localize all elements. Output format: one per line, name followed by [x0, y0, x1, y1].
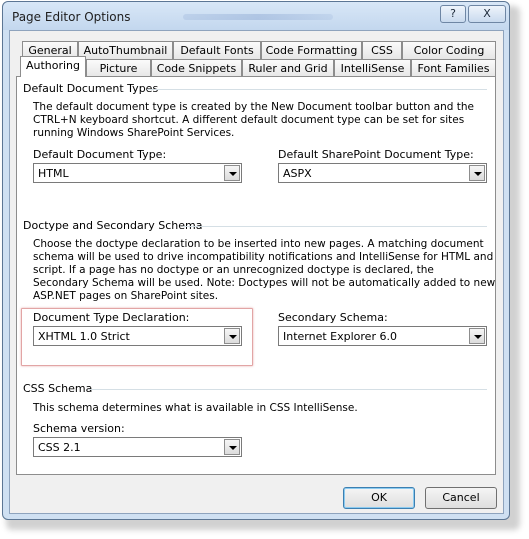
description-line: Secondary Schema will be used. Note: Doc… — [33, 277, 496, 289]
tab-ruler-and-grid[interactable]: Ruler and Grid — [242, 59, 334, 77]
tab-default-fonts[interactable]: Default Fonts — [173, 41, 261, 59]
default-sharepoint-document-type-value: ASPX — [283, 167, 312, 180]
description-line: ASP.NET pages on SharePoint sites. — [33, 290, 219, 302]
tab-code-formatting[interactable]: Code Formatting — [261, 41, 362, 59]
ok-button[interactable]: OK — [343, 487, 415, 509]
tab-color-coding[interactable]: Color Coding — [402, 41, 496, 59]
tab-autothumbnail[interactable]: AutoThumbnail — [78, 41, 173, 59]
section-divider — [88, 389, 487, 390]
schema-version-value: CSS 2.1 — [38, 441, 81, 454]
default-sharepoint-document-type-label: Default SharePoint Document Type: — [278, 148, 474, 161]
description-line: schema will be used to drive incompatibi… — [33, 251, 494, 263]
dropdown-arrow-icon[interactable] — [224, 328, 240, 344]
description-line: running Windows SharePoint Services. — [33, 127, 235, 139]
css-schema-description: This schema determines what is available… — [33, 402, 358, 414]
section-divider — [147, 89, 487, 90]
secondary-schema-value: Internet Explorer 6.0 — [283, 330, 397, 343]
schema-version-select[interactable]: CSS 2.1 — [33, 437, 242, 457]
help-button[interactable]: ? — [440, 5, 466, 23]
section-title-css-schema: CSS Schema — [23, 382, 93, 395]
default-document-type-value: HTML — [38, 167, 69, 180]
description-line: CTRL+N keyboard shortcut. A different de… — [33, 114, 465, 126]
tab-intellisense[interactable]: IntelliSense — [334, 59, 411, 77]
dropdown-arrow-icon[interactable] — [224, 439, 240, 455]
close-button[interactable]: X — [468, 5, 506, 23]
section-divider — [183, 226, 487, 227]
default-sharepoint-document-type-select[interactable]: ASPX — [278, 163, 487, 183]
secondary-schema-label: Secondary Schema: — [278, 311, 388, 324]
tab-css[interactable]: CSS — [362, 41, 402, 59]
section-title-default-document-types: Default Document Types — [23, 82, 159, 95]
default-document-type-label: Default Document Type: — [33, 148, 167, 161]
document-type-declaration-label: Document Type Declaration: — [33, 311, 190, 324]
tab-code-snippets[interactable]: Code Snippets — [151, 59, 242, 77]
description-line: script. If a page has no doctype or an u… — [33, 264, 434, 276]
description-line: The default document type is created by … — [33, 101, 475, 113]
default-document-type-select[interactable]: HTML — [33, 163, 242, 183]
document-type-declaration-select[interactable]: XHTML 1.0 Strict — [33, 326, 242, 346]
document-type-declaration-value: XHTML 1.0 Strict — [38, 330, 130, 343]
secondary-schema-select[interactable]: Internet Explorer 6.0 — [278, 326, 487, 346]
doctype-description: Choose the doctype declaration to be ins… — [33, 238, 495, 303]
window-title: Page Editor Options — [12, 10, 131, 24]
tab-authoring[interactable]: Authoring — [20, 56, 86, 77]
dropdown-arrow-icon[interactable] — [224, 165, 240, 181]
background-window-ghost — [183, 14, 333, 20]
schema-version-label: Schema version: — [33, 422, 125, 435]
tab-picture[interactable]: Picture — [86, 59, 151, 77]
default-types-description: The default document type is created by … — [33, 101, 474, 140]
description-line: Choose the doctype declaration to be ins… — [33, 238, 484, 250]
section-title-doctype-and-secondary-schema: Doctype and Secondary Schema — [23, 219, 203, 232]
cancel-button[interactable]: Cancel — [425, 487, 497, 509]
title-bar[interactable]: Page Editor Options ? X — [3, 2, 509, 30]
dropdown-arrow-icon[interactable] — [469, 328, 485, 344]
dropdown-arrow-icon[interactable] — [469, 165, 485, 181]
tab-font-families[interactable]: Font Families — [411, 59, 496, 77]
